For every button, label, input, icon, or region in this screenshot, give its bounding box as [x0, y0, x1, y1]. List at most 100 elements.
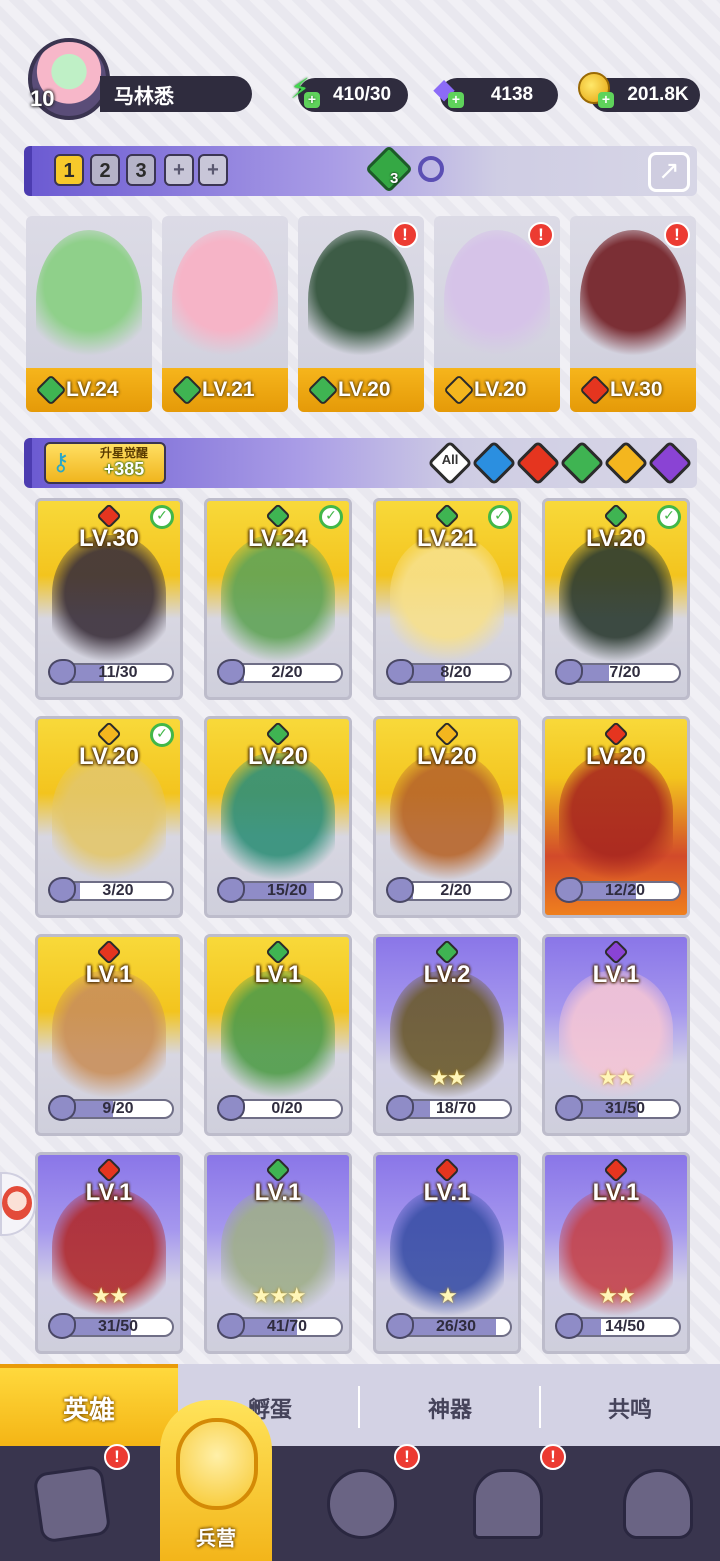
player-name: 马林悉: [100, 76, 252, 112]
team-slot-2[interactable]: 2: [90, 154, 120, 186]
shard-progress: 2/20: [217, 659, 343, 685]
gem-icon[interactable]: ◆ +: [424, 68, 464, 108]
hero-stars: ★: [438, 1284, 458, 1309]
shard-progress: 9/20: [48, 1095, 174, 1121]
hero-level: LV.1: [592, 1179, 640, 1206]
hero-portrait: [559, 753, 673, 883]
hero-level: LV.24: [247, 525, 309, 552]
team-hero-card[interactable]: LV.24: [26, 216, 152, 412]
hero-card[interactable]: ✓ LV.30 11/30: [35, 498, 183, 700]
shard-count: 12/20: [604, 882, 646, 899]
shard-count: 2/20: [440, 882, 472, 899]
tab-artifacts[interactable]: 神器: [360, 1364, 540, 1446]
hero-level: LV.1: [592, 961, 640, 988]
hero-card[interactable]: ✓ LV.20 7/20: [542, 498, 690, 700]
shard-progress: 0/20: [217, 1095, 343, 1121]
team-hero-card[interactable]: LV.20!: [434, 216, 560, 412]
hero-level: LV.2: [423, 961, 471, 988]
hero-card[interactable]: ✓ LV.21 8/20: [373, 498, 521, 700]
add-team-slot-button-2[interactable]: +: [198, 154, 228, 186]
shard-progress: 2/20: [386, 877, 512, 903]
shard-count: 31/50: [604, 1100, 646, 1117]
cards-alert-icon: !: [104, 1444, 130, 1470]
hero-stars: ★★: [598, 1284, 635, 1309]
hero-level: LV.20: [78, 743, 140, 770]
hero-portrait: [308, 230, 414, 370]
hero-card[interactable]: LV.20 2/20: [373, 716, 521, 918]
hero-level: LV.30: [78, 525, 140, 552]
mushroom-icon: [623, 1468, 693, 1539]
team-hero-card[interactable]: LV.20!: [298, 216, 424, 412]
hero-portrait: [580, 230, 686, 370]
hero-alert-icon: !: [528, 222, 554, 248]
energy-bolt-icon[interactable]: ⚡ +: [280, 68, 320, 108]
hero-alert-icon: !: [664, 222, 690, 248]
shard-count: 14/50: [604, 1318, 646, 1335]
shard-progress: 26/30: [386, 1313, 512, 1339]
team-hero-card[interactable]: LV.30!: [570, 216, 696, 412]
hero-card[interactable]: LV.20 15/20: [204, 716, 352, 918]
shard-count: 41/70: [266, 1318, 308, 1335]
castle-alert-icon: !: [540, 1444, 566, 1470]
team-slot-1[interactable]: 1: [54, 154, 84, 186]
team-bar: [24, 146, 697, 196]
shard-progress: 18/70: [386, 1095, 512, 1121]
map-book-icon: [327, 1468, 397, 1539]
hero-card[interactable]: LV.1 ★★★ 41/70: [204, 1152, 352, 1354]
hero-level: LV.1: [254, 1179, 302, 1206]
hero-level: LV.20: [585, 743, 647, 770]
shard-progress: 31/50: [48, 1313, 174, 1339]
add-team-slot-button[interactable]: +: [164, 154, 194, 186]
shard-progress: 15/20: [217, 877, 343, 903]
hero-card[interactable]: LV.1 ★ 26/30: [373, 1152, 521, 1354]
hero-level: LV.20: [247, 743, 309, 770]
hero-stars: ★★★: [251, 1284, 306, 1309]
hero-level: LV.1: [254, 961, 302, 988]
hero-portrait: [221, 971, 335, 1101]
hero-card[interactable]: ✓ LV.20 3/20: [35, 716, 183, 918]
hero-card[interactable]: LV.2 ★★ 18/70: [373, 934, 521, 1136]
gold-coin-icon[interactable]: +: [574, 68, 614, 108]
shard-progress: 31/50: [555, 1095, 681, 1121]
hero-level: LV.1: [85, 1179, 133, 1206]
shard-progress: 12/20: [555, 877, 681, 903]
share-button[interactable]: ↗: [648, 152, 690, 192]
shard-count: 0/20: [271, 1100, 303, 1117]
hero-card[interactable]: LV.20 12/20: [542, 716, 690, 918]
hero-alert-icon: !: [392, 222, 418, 248]
hero-card[interactable]: LV.1 0/20: [204, 934, 352, 1136]
barracks-icon: [176, 1418, 258, 1510]
shard-progress: 8/20: [386, 659, 512, 685]
hero-card[interactable]: LV.1 9/20: [35, 934, 183, 1136]
hero-card[interactable]: LV.1 ★★ 14/50: [542, 1152, 690, 1354]
hero-card[interactable]: ✓ LV.24 2/20: [204, 498, 352, 700]
shard-progress: 3/20: [48, 877, 174, 903]
element-count: 3: [390, 170, 399, 187]
assistant-avatar-icon: [2, 1186, 32, 1220]
shard-progress: 11/30: [48, 659, 174, 685]
hero-card[interactable]: LV.1 ★★ 31/50: [35, 1152, 183, 1354]
hero-level: LV.20: [416, 743, 478, 770]
shard-count: 26/30: [435, 1318, 477, 1335]
shard-count: 11/30: [98, 664, 138, 681]
magnify-icon[interactable]: [418, 156, 444, 182]
tab-heroes[interactable]: 英雄: [0, 1364, 178, 1446]
castle-icon: [473, 1468, 543, 1539]
hero-portrait: [52, 535, 166, 665]
shard-progress: 41/70: [217, 1313, 343, 1339]
shard-progress: 7/20: [555, 659, 681, 685]
hero-portrait: [390, 535, 504, 665]
team-slot-3[interactable]: 3: [126, 154, 156, 186]
nav-guild[interactable]: [586, 1446, 720, 1561]
shard-count: 18/70: [435, 1100, 477, 1117]
shard-progress: 14/50: [555, 1313, 681, 1339]
hero-portrait: [36, 230, 142, 370]
hero-level: LV.1: [423, 1179, 471, 1206]
team-hero-card[interactable]: LV.21: [162, 216, 288, 412]
hero-card[interactable]: LV.1 ★★ 31/50: [542, 934, 690, 1136]
shard-count: 15/20: [266, 882, 308, 899]
hero-stars: ★★: [598, 1066, 635, 1091]
tab-resonance[interactable]: 共鸣: [540, 1364, 720, 1446]
filter-all-label: All: [441, 452, 459, 467]
hero-level: LV.20: [585, 525, 647, 552]
